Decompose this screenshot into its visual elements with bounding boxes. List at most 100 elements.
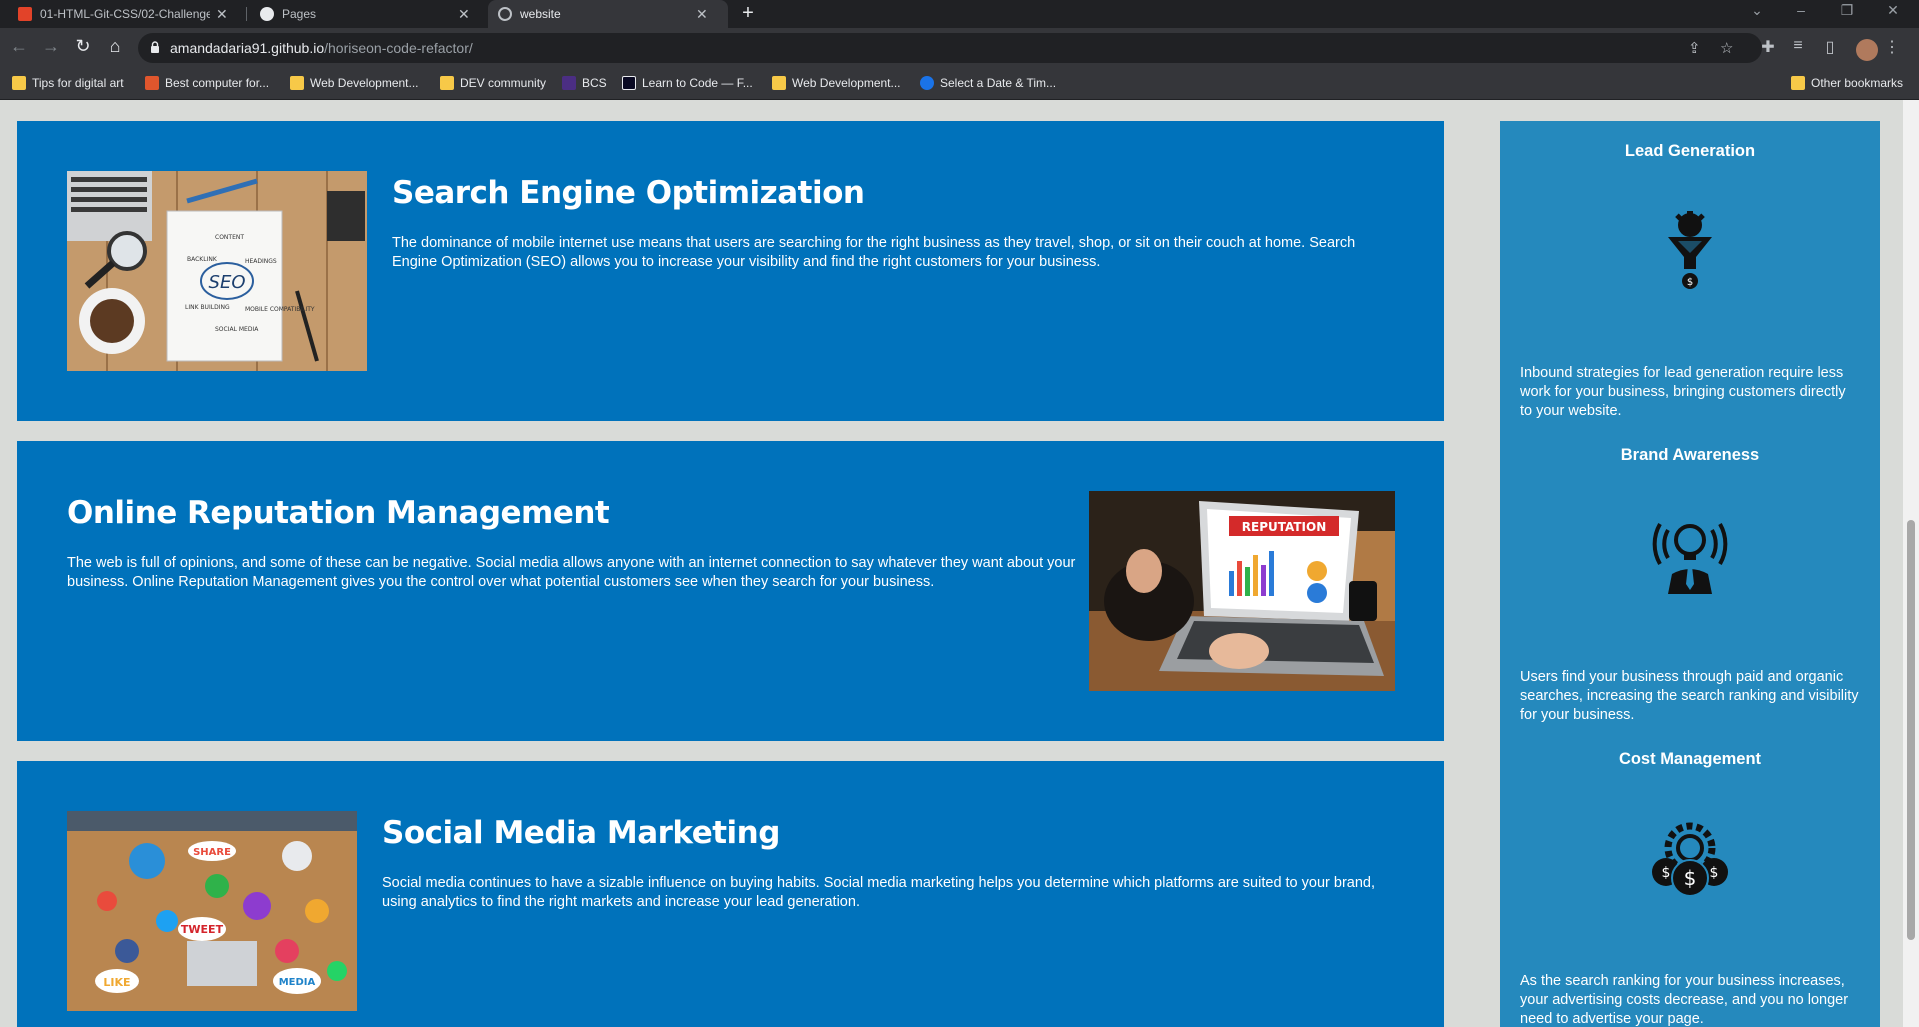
folder-icon: [772, 76, 786, 90]
menu-icon[interactable]: ⋮: [1880, 37, 1904, 57]
brand-lightbulb-icon: [1652, 523, 1728, 594]
close-icon[interactable]: ✕: [458, 6, 470, 23]
tab-gitlab[interactable]: 01-HTML-Git-CSS/02-Challenge ✕: [8, 0, 240, 28]
social-media-text: Social media continues to have a sizable…: [382, 875, 1376, 910]
home-button[interactable]: ⌂: [102, 36, 128, 57]
seo-img-word: LINK BUILDING: [185, 304, 230, 311]
new-tab-button[interactable]: +: [736, 2, 760, 25]
bookmark-star-icon[interactable]: ☆: [1720, 39, 1733, 57]
tab-divider: [246, 7, 247, 21]
tab-website[interactable]: website ✕: [488, 0, 728, 28]
url-host: amandadaria91.github.io: [170, 40, 325, 56]
bookmark-label: Learn to Code — F...: [642, 76, 753, 90]
folder-icon: [290, 76, 304, 90]
benefit-title: Lead Generation: [1624, 142, 1756, 160]
tab-pages[interactable]: Pages ✕: [250, 0, 482, 28]
side-panel-icon[interactable]: ▯: [1818, 37, 1842, 57]
address-bar[interactable]: amandadaria91.github.io/horiseon-code-re…: [138, 33, 1762, 63]
bookmark-item[interactable]: Tips for digital art: [12, 76, 124, 90]
bookmark-label: Other bookmarks: [1811, 76, 1904, 90]
close-icon[interactable]: ✕: [216, 6, 228, 23]
scrollbar-thumb[interactable]: [1907, 520, 1915, 940]
forward-button[interactable]: →: [38, 36, 64, 57]
calendar-icon: [920, 76, 934, 90]
tab-search-icon[interactable]: ⌄: [1742, 2, 1772, 19]
social-img-word: SHARE: [193, 847, 231, 858]
seo-section: SEO CONTENT BACKLINK HEADINGS LINK BUILD…: [17, 121, 1444, 421]
webpage-viewport: SEO CONTENT BACKLINK HEADINGS LINK BUILD…: [0, 100, 1903, 1027]
svg-text:$: $: [1687, 277, 1693, 288]
tab-title: 01-HTML-Git-CSS/02-Challenge: [40, 7, 210, 21]
folder-icon: [1791, 76, 1805, 90]
media-icon[interactable]: ≡: [1786, 37, 1810, 55]
social-img-word: LIKE: [103, 976, 130, 989]
bookmark-item[interactable]: DEV community: [440, 76, 546, 90]
bookmark-label: Tips for digital art: [32, 76, 124, 90]
reputation-section: Online Reputation Management The web is …: [17, 441, 1444, 741]
reputation-title: Online Reputation Management: [67, 495, 610, 531]
github-icon: [260, 7, 274, 21]
bookmarks-bar: Tips for digital art Best computer for..…: [0, 70, 1919, 100]
bookmark-item[interactable]: Learn to Code — F...: [622, 76, 753, 90]
svg-text:$: $: [1684, 866, 1697, 890]
benefit-text: Users find your business through paid an…: [1520, 669, 1859, 723]
url-path: /horiseon-code-refactor/: [324, 40, 473, 56]
benefit-title: Cost Management: [1618, 750, 1762, 768]
globe-icon: [498, 7, 512, 21]
bookmark-label: DEV community: [460, 76, 547, 90]
bookmark-item[interactable]: BCS: [562, 76, 607, 90]
reputation-illustration: REPUTATION: [1089, 491, 1395, 691]
bookmark-label: Web Development...: [310, 76, 419, 90]
reputation-text: The web is full of opinions, and some of…: [67, 555, 1076, 590]
window-close-icon[interactable]: ✕: [1878, 2, 1908, 19]
tab-title: website: [520, 7, 561, 21]
benefit-title: Brand Awareness: [1620, 446, 1760, 464]
social-img-word: MEDIA: [279, 977, 316, 988]
other-bookmarks[interactable]: Other bookmarks: [1791, 76, 1903, 90]
page-scrollbar[interactable]: [1903, 100, 1919, 1027]
minimize-icon[interactable]: –: [1786, 2, 1816, 18]
benefit-text: As the search ranking for your business …: [1520, 973, 1849, 1027]
freecodecamp-icon: [622, 76, 636, 90]
seo-title: Search Engine Optimization: [392, 175, 865, 211]
reputation-image: REPUTATION: [1089, 491, 1395, 691]
back-button[interactable]: ←: [6, 36, 32, 57]
reputation-img-word: REPUTATION: [1242, 520, 1326, 534]
seo-img-word: SOCIAL MEDIA: [215, 326, 259, 333]
seo-img-word: CONTENT: [215, 234, 244, 241]
bookmark-item[interactable]: Select a Date & Tim...: [920, 76, 1056, 90]
svg-text:$: $: [1710, 865, 1719, 881]
extensions-icon[interactable]: ✚: [1756, 37, 1780, 57]
benefits-aside: Lead Generation $ Inbound strategies for…: [1500, 121, 1880, 1027]
reload-button[interactable]: ↻: [70, 36, 96, 57]
restore-icon[interactable]: ❐: [1832, 2, 1862, 19]
cb-icon: [145, 76, 159, 90]
social-media-title: Social Media Marketing: [382, 815, 780, 851]
seo-img-word: BACKLINK: [187, 256, 218, 263]
social-media-section: SHARE TWEET LIKE MEDIA Social Media Mark…: [17, 761, 1444, 1027]
folder-icon: [12, 76, 26, 90]
bookmark-item[interactable]: Best computer for...: [145, 76, 269, 90]
folder-icon: [440, 76, 454, 90]
tab-strip: 01-HTML-Git-CSS/02-Challenge ✕ Pages ✕ w…: [0, 0, 1919, 28]
w-icon: [562, 76, 576, 90]
close-icon[interactable]: ✕: [696, 6, 708, 23]
seo-image: SEO CONTENT BACKLINK HEADINGS LINK BUILD…: [67, 171, 367, 371]
profile-avatar[interactable]: [1856, 39, 1878, 61]
seo-illustration: SEO CONTENT BACKLINK HEADINGS LINK BUILD…: [67, 171, 367, 371]
benefit-text: Inbound strategies for lead generation r…: [1520, 365, 1846, 419]
seo-img-word: MOBILE COMPATIBILITY: [245, 306, 315, 313]
tab-title: Pages: [282, 7, 317, 21]
bookmark-item[interactable]: Web Development...: [290, 76, 419, 90]
social-media-image: SHARE TWEET LIKE MEDIA: [67, 811, 357, 1011]
url-text: amandadaria91.github.io/horiseon-code-re…: [170, 40, 473, 56]
svg-text:$: $: [1662, 865, 1671, 881]
browser-toolbar: ← → ↻ ⌂ amandadaria91.github.io/horiseon…: [0, 28, 1919, 70]
lock-icon: [151, 41, 159, 53]
social-img-word: TWEET: [181, 923, 224, 936]
share-icon[interactable]: ⇪: [1688, 39, 1701, 57]
bookmark-label: Web Development...: [792, 76, 901, 90]
bookmark-item[interactable]: Web Development...: [772, 76, 901, 90]
bookmark-label: Best computer for...: [165, 76, 270, 90]
bookmark-label: BCS: [582, 76, 607, 90]
